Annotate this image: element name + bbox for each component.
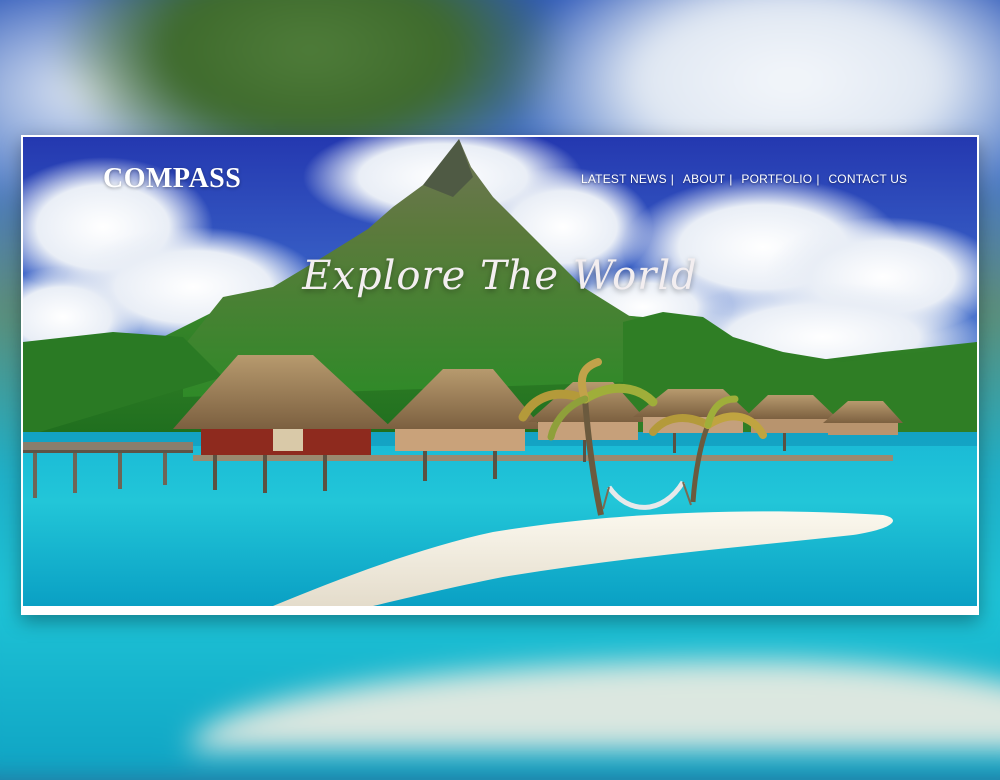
nav-contact-us[interactable]: CONTACT US — [828, 172, 907, 186]
nav-separator: | — [670, 172, 674, 186]
hero-image — [23, 137, 977, 606]
main-nav: LATEST NEWS | ABOUT | PORTFOLIO | CONTAC… — [581, 172, 907, 186]
site-logo[interactable]: COMPASS — [103, 163, 241, 195]
hero-banner: COMPASS LATEST NEWS | ABOUT | PORTFOLIO … — [23, 137, 977, 606]
nav-portfolio[interactable]: PORTFOLIO — [741, 172, 812, 186]
nav-separator: | — [816, 172, 820, 186]
hero-tagline: Explore The World — [302, 253, 698, 299]
website-card: COMPASS LATEST NEWS | ABOUT | PORTFOLIO … — [21, 135, 979, 615]
nav-latest-news[interactable]: LATEST NEWS — [581, 172, 667, 186]
nav-about[interactable]: ABOUT — [683, 172, 725, 186]
nav-separator: | — [729, 172, 733, 186]
